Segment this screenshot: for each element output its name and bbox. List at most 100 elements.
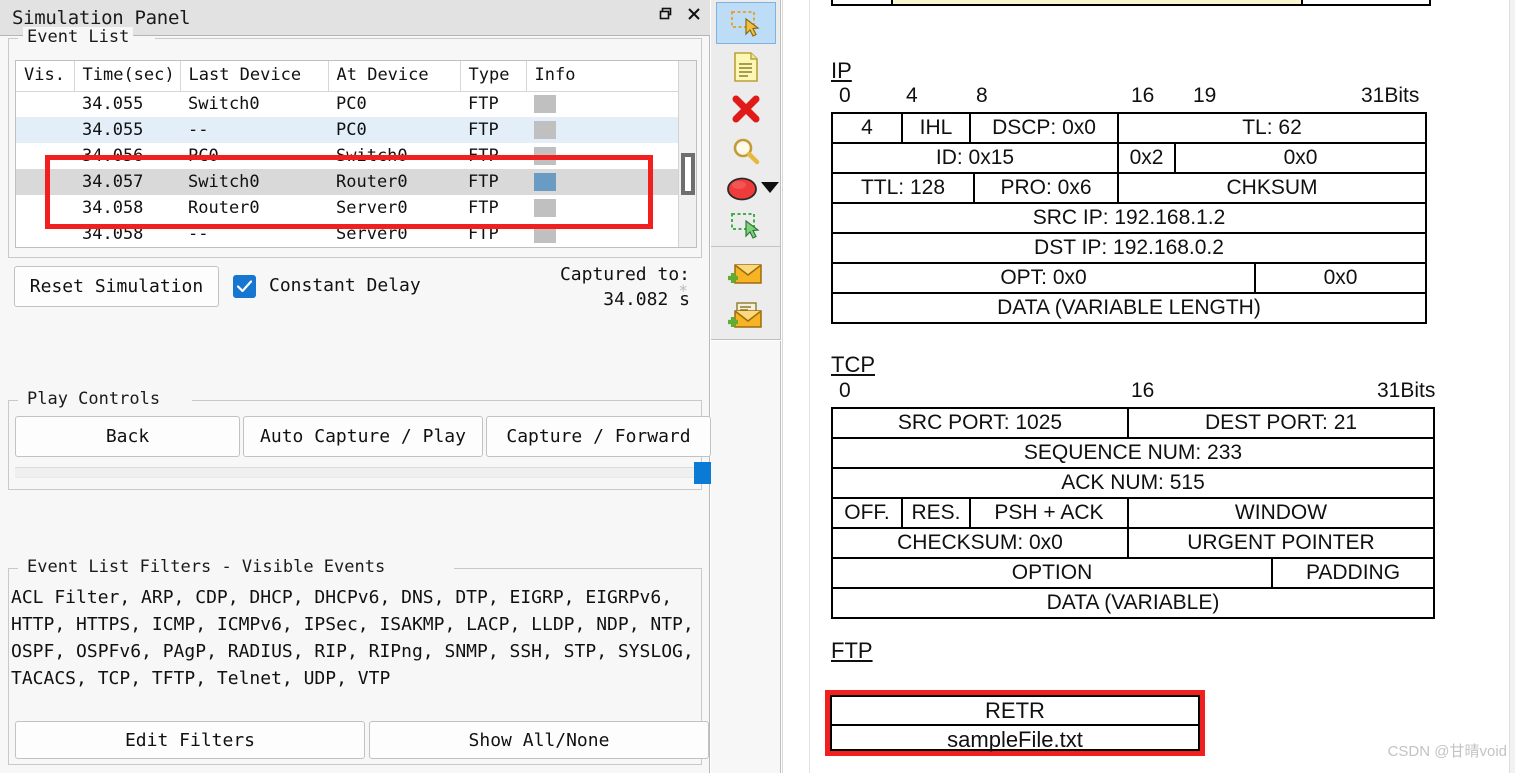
table-header-row: Vis. Time(sec) Last Device At Device Typ…: [16, 61, 679, 92]
cell-type: FTP: [468, 198, 499, 218]
tcp-header-field: PADDING: [1305, 561, 1401, 584]
cell-type: FTP: [460, 117, 526, 143]
tcp-header-field: DATA (VARIABLE): [1046, 591, 1220, 614]
tcp-header-field: RES.: [903, 499, 971, 527]
cell-info[interactable]: [526, 117, 679, 143]
ftp-payload-table: RETR sampleFile.txt: [830, 695, 1200, 752]
add-simple-pdu-icon[interactable]: [716, 253, 776, 295]
table-row[interactable]: 34.056 PC0 Switch0 FTP: [16, 143, 679, 169]
ip-header-field: 0x0: [1323, 266, 1358, 289]
ip-bit-scale: 0 4 8 16 19 31Bits: [831, 84, 1431, 108]
edit-filters-button[interactable]: Edit Filters: [15, 721, 365, 759]
cell-last-device: --: [188, 224, 209, 244]
ip-section-title: IP: [831, 58, 852, 83]
ip-header-row: ID: 0x15 0x2 0x0: [833, 144, 1425, 174]
delete-x-icon[interactable]: [716, 88, 776, 130]
tcp-header-field: CHECKSUM: 0x0: [833, 529, 1129, 557]
ip-header-row: SRC IP: 192.168.1.2: [833, 204, 1425, 234]
ip-header-field: 0x0: [1283, 146, 1318, 169]
info-color-chip[interactable]: [534, 147, 556, 165]
auto-capture-play-button[interactable]: Auto Capture / Play: [243, 416, 483, 457]
capture-forward-button[interactable]: Capture / Forward: [486, 416, 711, 457]
info-color-chip[interactable]: [534, 121, 556, 139]
ethernet-tail-cell: [833, 0, 893, 4]
note-document-icon[interactable]: [716, 46, 776, 88]
tcp-section-title: TCP: [831, 352, 875, 377]
back-button[interactable]: Back: [15, 416, 240, 457]
col-header-info[interactable]: Info: [526, 61, 679, 92]
inspect-magnifier-icon[interactable]: [716, 130, 776, 172]
cell-info[interactable]: [526, 195, 679, 221]
ip-header-row: DATA (VARIABLE LENGTH): [833, 294, 1425, 324]
show-all-none-button[interactable]: Show All/None: [369, 721, 709, 759]
slider-track[interactable]: [15, 467, 695, 478]
ip-header-table: 4 IHL DSCP: 0x0 TL: 62 ID: 0x15 0x2 0x0 TTL: 12…: [831, 112, 1427, 324]
tcp-header-field: SRC PORT: 1025: [833, 409, 1129, 437]
window-right-edge: [1509, 0, 1515, 773]
cell-time: 34.057: [74, 169, 180, 195]
col-header-type[interactable]: Type: [460, 61, 527, 92]
place-note-green-icon[interactable]: [716, 204, 776, 246]
info-color-chip[interactable]: [534, 199, 556, 217]
ethernet-tail-cell: [1303, 0, 1429, 4]
info-color-chip[interactable]: [534, 173, 556, 191]
cell-at-device: PC0: [336, 94, 367, 115]
ip-header-row: OPT: 0x0 0x0: [833, 264, 1425, 294]
cell-last-device: Switch0: [180, 169, 328, 195]
cell-info[interactable]: [526, 91, 679, 117]
tcp-header-row: SRC PORT: 1025 DEST PORT: 21: [833, 409, 1433, 439]
select-rectangle-icon[interactable]: [716, 2, 776, 44]
tcp-header-field: ACK NUM: 515: [1061, 471, 1205, 494]
tcp-header-field: WINDOW: [1234, 501, 1328, 524]
simulation-panel: Simulation Panel Event List Vis. Time(se…: [0, 0, 716, 773]
watermark-label: CSDN @甘晴void: [1387, 743, 1507, 760]
col-header-at-device[interactable]: At Device: [328, 61, 461, 92]
table-row[interactable]: 34.055 -- PC0 FTP: [16, 117, 679, 143]
table-row[interactable]: 34.058 Router0 Server0 FTP: [16, 195, 679, 221]
app-root: Simulation Panel Event List Vis. Time(se…: [0, 0, 1515, 773]
ip-header-row: DST IP: 192.168.0.2: [833, 234, 1425, 264]
restore-icon[interactable]: [658, 6, 674, 22]
add-complex-pdu-icon[interactable]: [716, 295, 776, 337]
filters-group-label: Event List Filters - Visible Events: [23, 557, 390, 577]
event-list-filters-group: Event List Filters - Visible Events ACL …: [8, 557, 709, 765]
ip-header-field: DSCP: 0x0: [971, 114, 1119, 142]
ip-bit-tick: 16: [1131, 84, 1155, 107]
cell-time: 34.055: [82, 94, 144, 115]
constant-delay-checkbox[interactable]: [233, 275, 256, 298]
ip-header-field: 0x2: [1119, 144, 1176, 172]
cell-type: FTP: [468, 94, 499, 115]
tcp-header-row: SEQUENCE NUM: 233: [833, 439, 1433, 469]
info-color-chip[interactable]: [534, 225, 556, 243]
play-speed-slider[interactable]: [8, 462, 716, 484]
info-color-chip[interactable]: [534, 95, 556, 114]
tcp-header-row: DATA (VARIABLE): [833, 589, 1433, 619]
tcp-header-field: PSH + ACK: [971, 499, 1129, 527]
close-icon[interactable]: [686, 6, 702, 22]
cell-info[interactable]: [526, 221, 679, 247]
tcp-header-field: DEST PORT: 21: [1204, 411, 1358, 434]
table-row[interactable]: 34.055 Switch0 PC0 FTP: [16, 91, 679, 117]
reset-simulation-button[interactable]: Reset Simulation: [14, 266, 219, 307]
scrollbar-thumb[interactable]: [681, 153, 695, 195]
cell-last-device: --: [180, 117, 328, 143]
captured-to-readout: Captured to: 34.082 s *: [560, 262, 690, 312]
constant-delay-label: Constant Delay: [269, 275, 421, 296]
ip-bit-tick: 8: [976, 84, 988, 107]
pdu-details-pane: IP 0 4 8 16 19 31Bits 4 IHL DSCP: 0x0 TL: 62 ID: …: [811, 0, 1515, 773]
ip-header-field: TTL: 128: [833, 174, 975, 202]
chevron-down-icon[interactable]: [761, 182, 779, 193]
col-header-last-device[interactable]: Last Device: [180, 61, 329, 92]
table-row[interactable]: 34.058 -- Server0 FTP: [16, 221, 679, 247]
cell-info[interactable]: [526, 143, 679, 169]
visible-events-text: ACL Filter, ARP, CDP, DHCP, DHCPv6, DNS,…: [11, 587, 705, 689]
event-list-scrollbar[interactable]: [678, 61, 696, 247]
cell-time: 34.058: [82, 198, 144, 218]
event-list-table[interactable]: Vis. Time(sec) Last Device At Device Typ…: [15, 60, 697, 248]
col-header-time[interactable]: Time(sec): [74, 61, 181, 92]
cell-at-device: Server0: [336, 224, 408, 244]
col-header-vis[interactable]: Vis.: [16, 61, 75, 92]
cell-info[interactable]: [526, 169, 679, 195]
cell-last-device: Switch0: [188, 94, 260, 115]
table-row[interactable]: 34.057 Switch0 Router0 FTP: [16, 169, 679, 195]
